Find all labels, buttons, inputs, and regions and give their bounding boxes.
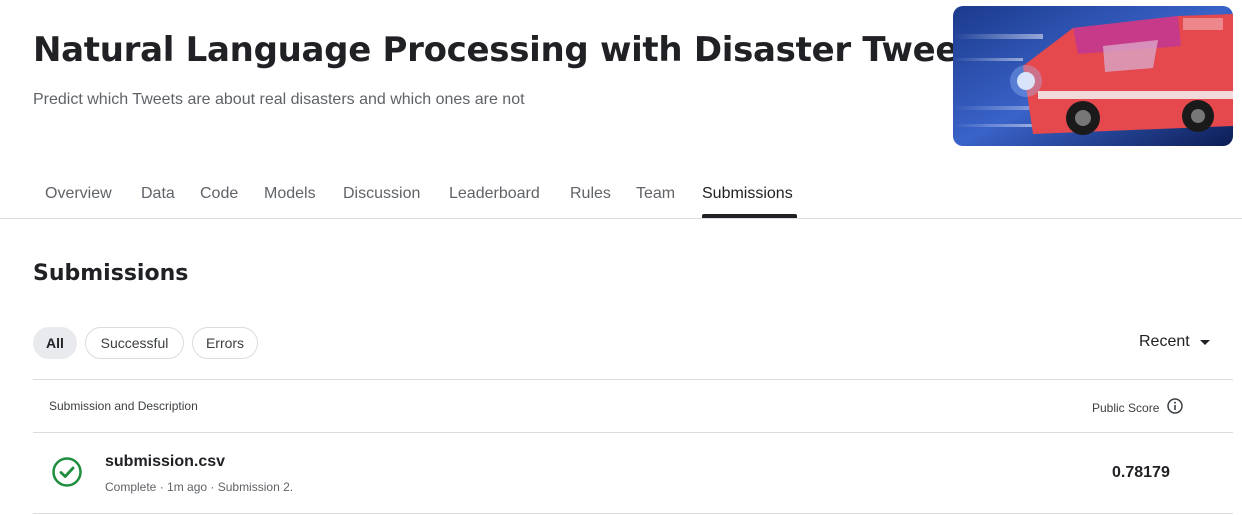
caret-down-icon bbox=[1199, 340, 1210, 345]
sort-dropdown[interactable]: Recent bbox=[1139, 333, 1210, 351]
active-tab-indicator bbox=[702, 214, 797, 218]
tab-code[interactable]: Code bbox=[200, 185, 238, 203]
page-subtitle: Predict which Tweets are about real disa… bbox=[33, 91, 525, 108]
tab-overview[interactable]: Overview bbox=[45, 185, 112, 203]
check-circle-icon bbox=[51, 456, 83, 493]
tab-submissions[interactable]: Submissions bbox=[702, 185, 793, 203]
column-header-description: Submission and Description bbox=[49, 399, 198, 413]
page: Natural Language Processing with Disaste… bbox=[0, 0, 1242, 515]
tab-team[interactable]: Team bbox=[636, 185, 675, 203]
tab-leaderboard[interactable]: Leaderboard bbox=[449, 185, 540, 203]
page-title: Natural Language Processing with Disaste… bbox=[33, 30, 995, 70]
sort-label: Recent bbox=[1139, 333, 1190, 350]
tab-data[interactable]: Data bbox=[141, 185, 175, 203]
column-header-score-label: Public Score bbox=[1092, 400, 1160, 415]
public-score-value: 0.78179 bbox=[1112, 464, 1170, 481]
submissions-table: Submission and Description Public Score bbox=[33, 379, 1233, 514]
tab-rules[interactable]: Rules bbox=[570, 185, 611, 203]
section-title: Submissions bbox=[33, 261, 189, 286]
filter-chip-errors[interactable]: Errors bbox=[192, 327, 258, 359]
filter-chip-all[interactable]: All bbox=[33, 327, 77, 359]
filter-chip-successful[interactable]: Successful bbox=[85, 327, 184, 359]
competition-tabs: Overview Data Code Models Discussion Lea… bbox=[0, 170, 1242, 219]
tab-discussion[interactable]: Discussion bbox=[343, 185, 420, 203]
table-header: Submission and Description Public Score bbox=[33, 380, 1233, 433]
submission-file-name[interactable]: submission.csv bbox=[105, 453, 225, 471]
tab-models[interactable]: Models bbox=[264, 185, 316, 203]
info-icon[interactable] bbox=[1167, 398, 1184, 417]
competition-banner-image bbox=[953, 6, 1233, 146]
submission-meta: Complete · 1m ago · Submission 2. bbox=[105, 480, 294, 494]
column-header-public-score: Public Score bbox=[1092, 398, 1184, 417]
table-row[interactable]: submission.csv Complete · 1m ago · Submi… bbox=[33, 433, 1233, 514]
